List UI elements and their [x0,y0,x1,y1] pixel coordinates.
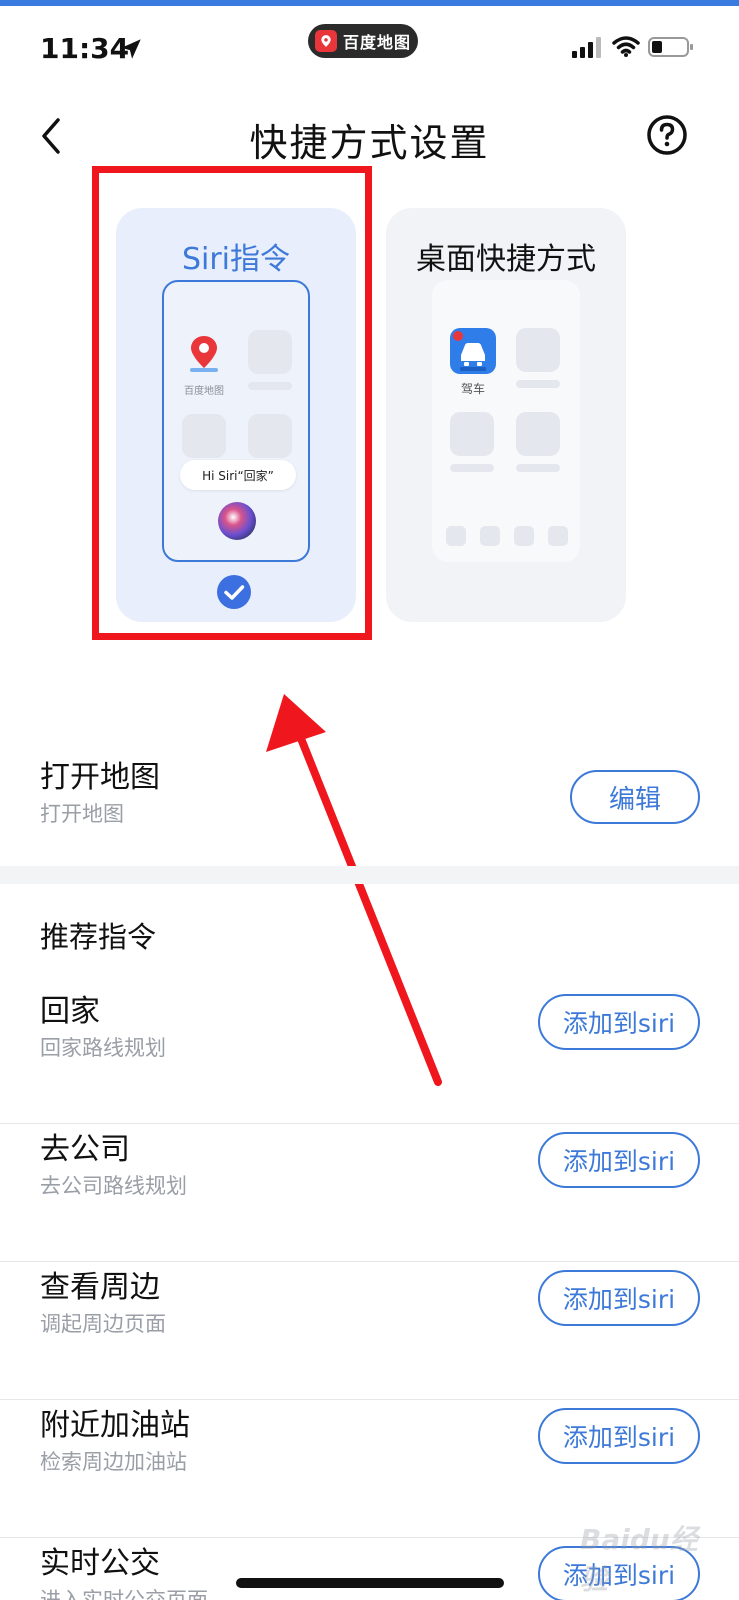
command-title: 实时公交 [40,1546,160,1581]
watermark-text: Baidu经验 [580,1523,698,1596]
location-arrow-icon [121,39,141,59]
desktop-phone-preview: 驾车 [432,280,580,562]
baidu-map-logo-icon [314,30,337,52]
command-title: 附近加油站 [40,1408,190,1443]
desktop-shortcut-card[interactable]: 桌面快捷方式 驾车 [386,208,626,622]
status-bar: 11:34 百度地图 [0,6,739,86]
placeholder-app-tile [516,412,560,456]
dock-tile [480,526,500,546]
cellular-signal-icon [572,37,601,58]
dock-tile [514,526,534,546]
mock-app-label: 驾车 [460,382,485,396]
command-subtitle: 检索周边加油站 [40,1450,187,1474]
command-row-home: 回家 回家路线规划 添加到siri [0,986,739,1124]
watermark: Baidu经验 [560,1498,710,1596]
command-title: 回家 [40,994,100,1029]
recommended-section-title: 推荐指令 [40,920,157,954]
placeholder-app-label [516,464,560,472]
add-to-siri-button[interactable]: 添加到siri [538,994,700,1050]
command-subtitle: 回家路线规划 [40,1036,166,1060]
open-map-subtitle: 打开地图 [40,802,124,826]
annotation-highlight-box [92,166,372,640]
home-indicator[interactable] [236,1578,504,1588]
command-subtitle: 进入实时公交页面 [40,1588,208,1600]
add-to-siri-button[interactable]: 添加到siri [538,1132,700,1188]
placeholder-app-tile [516,328,560,372]
command-title: 查看周边 [40,1270,160,1305]
open-map-title: 打开地图 [40,760,160,795]
add-to-siri-button[interactable]: 添加到siri [538,1270,700,1326]
command-subtitle: 去公司路线规划 [40,1174,187,1198]
placeholder-app-label [516,380,560,388]
help-circle-icon[interactable] [646,114,688,156]
desktop-card-title: 桌面快捷方式 [416,242,596,277]
wifi-icon [612,36,640,57]
add-to-siri-button[interactable]: 添加到siri [538,1408,700,1464]
section-divider [0,866,739,884]
car-app-icon [450,328,496,374]
app-return-pill[interactable]: 百度地图 [308,24,418,58]
command-title: 去公司 [40,1132,130,1167]
command-row-office: 去公司 去公司路线规划 添加到siri [0,1124,739,1262]
battery-icon [648,37,693,57]
page-title: 快捷方式设置 [249,121,490,165]
placeholder-app-tile [450,412,494,456]
app-pill-label: 百度地图 [342,33,411,52]
placeholder-app-label [450,464,494,472]
dock-tile [446,526,466,546]
edit-button[interactable]: 编辑 [570,770,700,824]
status-time: 11:34 [40,32,130,65]
command-subtitle: 调起周边页面 [40,1312,166,1336]
command-row-nearby: 查看周边 调起周边页面 添加到siri [0,1262,739,1400]
dock-tile [548,526,568,546]
